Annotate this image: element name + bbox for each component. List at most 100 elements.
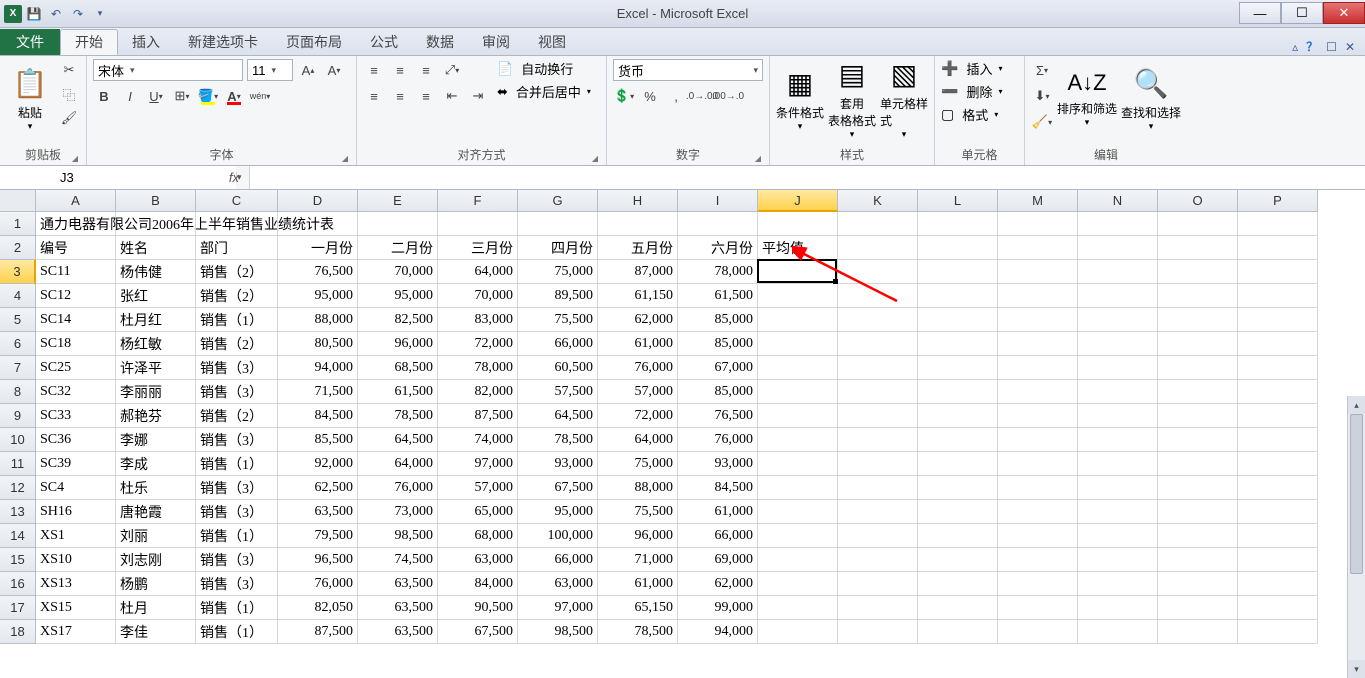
scroll-up-button[interactable]: ▴ — [1348, 396, 1365, 414]
cell-N14[interactable] — [1078, 524, 1158, 548]
cell-N3[interactable] — [1078, 260, 1158, 284]
cell-B6[interactable]: 杨红敏 — [116, 332, 196, 356]
cell-K18[interactable] — [838, 620, 918, 644]
launcher-icon[interactable]: ◢ — [755, 154, 761, 163]
cell-B17[interactable]: 杜月 — [116, 596, 196, 620]
cell-K17[interactable] — [838, 596, 918, 620]
cell-D18[interactable]: 87,500 — [278, 620, 358, 644]
row-header-13[interactable]: 13 — [0, 500, 36, 524]
cell-B11[interactable]: 李成 — [116, 452, 196, 476]
cell-O13[interactable] — [1158, 500, 1238, 524]
col-header-M[interactable]: M — [998, 190, 1078, 212]
cell-F16[interactable]: 84,000 — [438, 572, 518, 596]
cell-F18[interactable]: 67,500 — [438, 620, 518, 644]
cell-N13[interactable] — [1078, 500, 1158, 524]
cell-K13[interactable] — [838, 500, 918, 524]
cell-H13[interactable]: 75,500 — [598, 500, 678, 524]
cell-O12[interactable] — [1158, 476, 1238, 500]
cell-M14[interactable] — [998, 524, 1078, 548]
cell-F13[interactable]: 65,000 — [438, 500, 518, 524]
col-header-L[interactable]: L — [918, 190, 998, 212]
cell-P18[interactable] — [1238, 620, 1318, 644]
cell-C16[interactable]: 销售（3） — [196, 572, 278, 596]
cell-O16[interactable] — [1158, 572, 1238, 596]
cell-O15[interactable] — [1158, 548, 1238, 572]
cell-J4[interactable] — [758, 284, 838, 308]
cell-K7[interactable] — [838, 356, 918, 380]
cell-I8[interactable]: 85,000 — [678, 380, 758, 404]
cell-K4[interactable] — [838, 284, 918, 308]
vertical-scrollbar[interactable]: ▴ ▾ — [1347, 396, 1365, 678]
cell-J10[interactable] — [758, 428, 838, 452]
cell-G6[interactable]: 66,000 — [518, 332, 598, 356]
cell-P12[interactable] — [1238, 476, 1318, 500]
cell-G11[interactable]: 93,000 — [518, 452, 598, 476]
cell-N5[interactable] — [1078, 308, 1158, 332]
cell-J13[interactable] — [758, 500, 838, 524]
cell-B9[interactable]: 郝艳芬 — [116, 404, 196, 428]
cell-E2[interactable]: 二月份 — [358, 236, 438, 260]
ribbon-tab-7[interactable]: 视图 — [524, 29, 580, 55]
cell-J14[interactable] — [758, 524, 838, 548]
increase-font-button[interactable]: A▴ — [297, 59, 319, 81]
cell-P4[interactable] — [1238, 284, 1318, 308]
cell-G8[interactable]: 57,500 — [518, 380, 598, 404]
cell-P7[interactable] — [1238, 356, 1318, 380]
align-bottom-button[interactable]: ≡ — [415, 59, 437, 81]
cell-M2[interactable] — [998, 236, 1078, 260]
cell-H14[interactable]: 96,000 — [598, 524, 678, 548]
cell-F8[interactable]: 82,000 — [438, 380, 518, 404]
ribbon-tab-5[interactable]: 数据 — [412, 29, 468, 55]
cell-B3[interactable]: 杨伟健 — [116, 260, 196, 284]
ribbon-tab-4[interactable]: 公式 — [356, 29, 412, 55]
decrease-font-button[interactable]: A▾ — [323, 59, 345, 81]
cell-G1[interactable] — [518, 212, 598, 236]
conditional-formatting-button[interactable]: ▦条件格式▾ — [776, 59, 824, 139]
cell-H5[interactable]: 62,000 — [598, 308, 678, 332]
cell-A3[interactable]: SC11 — [36, 260, 116, 284]
cell-E5[interactable]: 82,500 — [358, 308, 438, 332]
cell-H8[interactable]: 57,000 — [598, 380, 678, 404]
cell-E4[interactable]: 95,000 — [358, 284, 438, 308]
cell-F12[interactable]: 57,000 — [438, 476, 518, 500]
cell-B2[interactable]: 姓名 — [116, 236, 196, 260]
cell-M1[interactable] — [998, 212, 1078, 236]
col-header-J[interactable]: J — [758, 190, 838, 212]
cell-C6[interactable]: 销售（2） — [196, 332, 278, 356]
cell-M12[interactable] — [998, 476, 1078, 500]
cell-I2[interactable]: 六月份 — [678, 236, 758, 260]
underline-button[interactable]: U▾ — [145, 85, 167, 107]
cell-A17[interactable]: XS15 — [36, 596, 116, 620]
cell-K1[interactable] — [838, 212, 918, 236]
align-center-button[interactable]: ≡ — [389, 85, 411, 107]
save-button[interactable]: 💾 — [24, 4, 44, 24]
cell-D16[interactable]: 76,000 — [278, 572, 358, 596]
row-header-2[interactable]: 2 — [0, 236, 36, 260]
align-top-button[interactable]: ≡ — [363, 59, 385, 81]
cell-I13[interactable]: 61,000 — [678, 500, 758, 524]
cell-N16[interactable] — [1078, 572, 1158, 596]
cell-D17[interactable]: 82,050 — [278, 596, 358, 620]
launcher-icon[interactable]: ◢ — [342, 154, 348, 163]
cell-D6[interactable]: 80,500 — [278, 332, 358, 356]
cell-H16[interactable]: 61,000 — [598, 572, 678, 596]
cell-P15[interactable] — [1238, 548, 1318, 572]
cell-K5[interactable] — [838, 308, 918, 332]
launcher-icon[interactable]: ◢ — [72, 154, 78, 163]
cell-B18[interactable]: 李佳 — [116, 620, 196, 644]
decrease-indent-button[interactable]: ⇤ — [441, 85, 463, 107]
cell-O10[interactable] — [1158, 428, 1238, 452]
cell-N15[interactable] — [1078, 548, 1158, 572]
cell-I18[interactable]: 94,000 — [678, 620, 758, 644]
cell-C1[interactable] — [196, 212, 278, 236]
workbook-close-icon[interactable]: ✕ — [1345, 40, 1355, 54]
col-header-F[interactable]: F — [438, 190, 518, 212]
cell-D14[interactable]: 79,500 — [278, 524, 358, 548]
row-header-3[interactable]: 3 — [0, 260, 36, 284]
cell-H7[interactable]: 76,000 — [598, 356, 678, 380]
cell-G15[interactable]: 66,000 — [518, 548, 598, 572]
cell-L7[interactable] — [918, 356, 998, 380]
cell-P13[interactable] — [1238, 500, 1318, 524]
wrap-text-button[interactable]: 📄自动换行 — [497, 59, 591, 78]
formula-bar-input[interactable] — [250, 166, 1365, 189]
